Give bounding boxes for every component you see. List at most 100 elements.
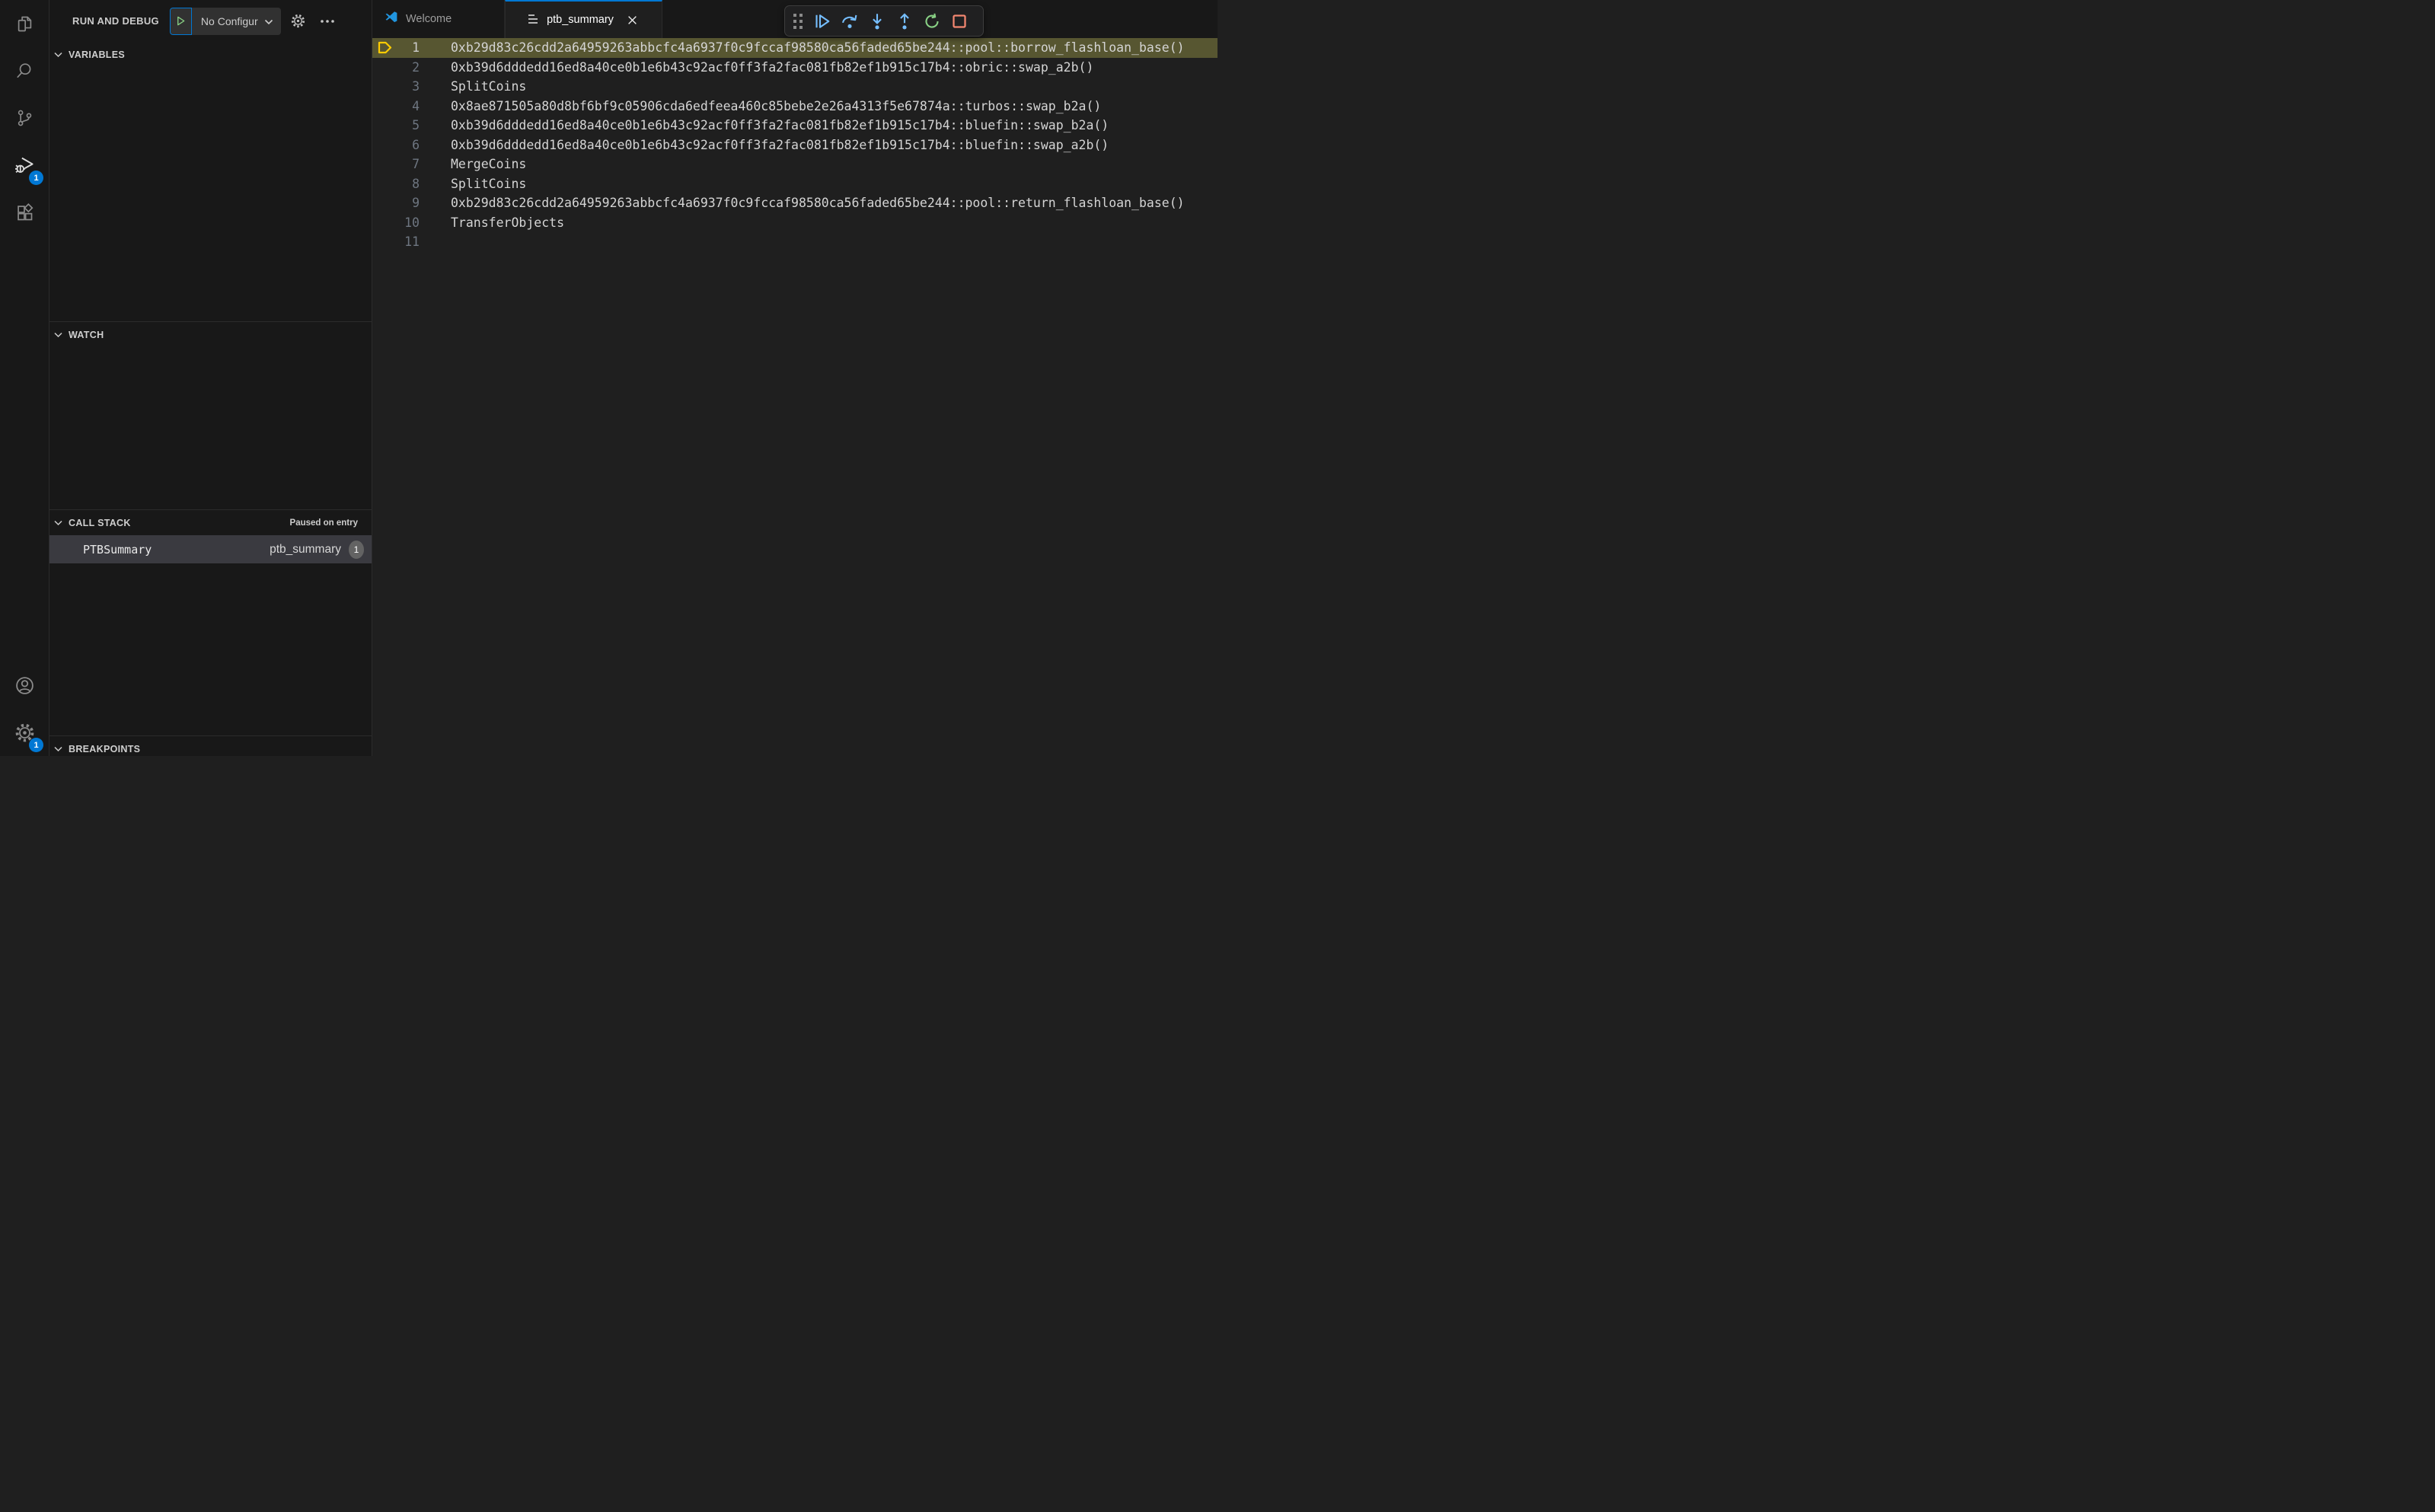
code-line[interactable]: 3 SplitCoins	[372, 77, 1218, 97]
current-line-arrow-icon[interactable]	[372, 38, 400, 58]
code-line[interactable]: 4 0x8ae871505a80d8bf6bf9c05906cda6edfeea4…	[372, 97, 1218, 116]
call-stack-frame-row[interactable]: PTBSummary ptb_summary 1	[49, 535, 372, 563]
chevron-down-icon	[264, 15, 273, 27]
code-line[interactable]: 9 0xb29d83c26cdd2a64959263abbcfc4a6937f0c…	[372, 193, 1218, 213]
line-number: 7	[412, 157, 420, 172]
breakpoint-gutter[interactable]	[372, 136, 400, 155]
search-icon	[14, 61, 35, 81]
line-text: MergeCoins	[451, 157, 527, 172]
code-lines: 1 0xb29d83c26cdd2a64959263abbcfc4a6937f0c…	[372, 38, 1218, 252]
settings-badge: 1	[29, 738, 43, 752]
gear-icon[interactable]	[287, 10, 310, 33]
watch-section: WATCH	[49, 321, 372, 509]
watch-body	[49, 347, 372, 509]
line-number: 9	[412, 196, 420, 211]
line-text: 0xb39d6dddedd16ed8a40ce0b1e6b43c92acf0ff…	[451, 137, 1109, 152]
continue-icon[interactable]	[809, 8, 836, 34]
sidebar-item-search[interactable]	[0, 47, 49, 94]
ellipsis-icon[interactable]	[316, 10, 339, 33]
line-text: 0xb29d83c26cdd2a64959263abbcfc4a6937f0c9…	[451, 196, 1185, 211]
restart-icon[interactable]	[918, 8, 946, 34]
breakpoints-section: BREAKPOINTS	[49, 735, 372, 756]
line-number: 4	[412, 98, 420, 113]
line-number: 2	[412, 59, 420, 75]
tab-ptb-summary-label: ptb_summary	[547, 14, 614, 26]
frame-line-badge: 1	[349, 540, 364, 559]
editor-group: Welcome ptb_summary 1 0xb29d83c26cdd2a64…	[372, 0, 1218, 756]
line-number: 5	[412, 118, 420, 133]
line-text: SplitCoins	[451, 176, 527, 191]
call-stack-section-label: CALL STACK	[69, 517, 131, 528]
close-icon[interactable]	[625, 13, 640, 27]
variables-section: VARIABLES	[49, 42, 372, 321]
chevron-down-icon	[54, 520, 62, 526]
variables-section-header[interactable]: VARIABLES	[49, 42, 372, 67]
breakpoint-gutter[interactable]	[372, 116, 400, 136]
frame-source: ptb_summary	[270, 542, 341, 556]
code-line[interactable]: 8 SplitCoins	[372, 174, 1218, 194]
code-line[interactable]: 11	[372, 232, 1218, 252]
line-number: 8	[412, 176, 420, 191]
chevron-down-icon	[54, 746, 62, 752]
breakpoint-gutter[interactable]	[372, 213, 400, 233]
tab-ptb-summary[interactable]: ptb_summary	[505, 0, 662, 38]
sidebar-item-run-and-debug[interactable]: 1	[0, 142, 49, 189]
line-number: 6	[412, 137, 420, 152]
line-text: 0xb39d6dddedd16ed8a40ce0b1e6b43c92acf0ff…	[451, 59, 1094, 75]
code-line[interactable]: 10 TransferObjects	[372, 213, 1218, 233]
code-line[interactable]: 6 0xb39d6dddedd16ed8a40ce0b1e6b43c92acf0f…	[372, 136, 1218, 155]
vscode-window: 1 1 RUN AND DEBUG No Configur VARIABLES …	[0, 0, 1218, 756]
code-line[interactable]: 7 MergeCoins	[372, 155, 1218, 174]
files-icon	[14, 14, 35, 34]
run-and-debug-sidebar: RUN AND DEBUG No Configur VARIABLES WATC…	[49, 0, 372, 756]
breakpoint-gutter[interactable]	[372, 232, 400, 252]
account-icon	[14, 675, 36, 697]
line-text: 0xb29d83c26cdd2a64959263abbcfc4a6937f0c9…	[451, 40, 1185, 56]
breakpoint-gutter[interactable]	[372, 155, 400, 174]
chevron-down-icon	[54, 332, 62, 338]
vscode-logo-icon	[383, 10, 399, 28]
code-line[interactable]: 1 0xb29d83c26cdd2a64959263abbcfc4a6937f0c…	[372, 38, 1218, 58]
activity-bar-top: 1	[0, 0, 49, 236]
step-into-icon[interactable]	[863, 8, 891, 34]
breakpoints-section-header[interactable]: BREAKPOINTS	[49, 736, 372, 756]
call-stack-section: CALL STACK Paused on entry PTBSummary pt…	[49, 509, 372, 735]
line-number: 10	[404, 215, 420, 230]
activity-bar: 1 1	[0, 0, 49, 756]
breakpoint-gutter[interactable]	[372, 97, 400, 116]
breakpoint-gutter[interactable]	[372, 58, 400, 78]
sidebar-header: RUN AND DEBUG No Configur	[49, 0, 372, 42]
code-editor[interactable]: 1 0xb29d83c26cdd2a64959263abbcfc4a6937f0c…	[372, 38, 1218, 756]
stop-icon[interactable]	[946, 8, 973, 34]
watch-section-label: WATCH	[69, 329, 104, 340]
sidebar-item-extensions[interactable]	[0, 189, 49, 236]
line-number: 3	[412, 79, 420, 94]
sidebar-item-settings[interactable]: 1	[0, 709, 49, 756]
breakpoint-gutter[interactable]	[372, 77, 400, 97]
code-line[interactable]: 5 0xb39d6dddedd16ed8a40ce0b1e6b43c92acf0f…	[372, 116, 1218, 136]
list-lines-icon	[528, 14, 540, 27]
watch-section-header[interactable]: WATCH	[49, 322, 372, 347]
call-stack-section-header[interactable]: CALL STACK Paused on entry	[49, 510, 372, 535]
line-text: 0xb39d6dddedd16ed8a40ce0b1e6b43c92acf0ff…	[451, 118, 1109, 133]
paused-status-text: Paused on entry	[289, 518, 358, 528]
sidebar-item-source-control[interactable]	[0, 94, 49, 142]
code-line[interactable]: 2 0xb39d6dddedd16ed8a40ce0b1e6b43c92acf0f…	[372, 58, 1218, 78]
sidebar-item-explorer[interactable]	[0, 0, 49, 47]
breakpoints-section-label: BREAKPOINTS	[69, 743, 141, 754]
sidebar-title: RUN AND DEBUG	[72, 15, 159, 27]
debug-configuration-label: No Configur	[200, 14, 258, 27]
step-over-icon[interactable]	[836, 8, 863, 34]
extensions-icon	[14, 203, 35, 223]
debug-start-icon[interactable]	[169, 7, 192, 35]
call-stack-body	[49, 563, 372, 735]
line-number: 1	[412, 40, 420, 56]
variables-body	[49, 67, 372, 321]
breakpoint-gutter[interactable]	[372, 193, 400, 213]
gripper-icon[interactable]	[793, 13, 804, 30]
sidebar-item-accounts[interactable]	[0, 662, 49, 709]
step-out-icon[interactable]	[891, 8, 918, 34]
debug-configuration-dropdown[interactable]: No Configur	[169, 7, 281, 35]
tab-welcome[interactable]: Welcome	[372, 0, 505, 38]
breakpoint-gutter[interactable]	[372, 174, 400, 194]
